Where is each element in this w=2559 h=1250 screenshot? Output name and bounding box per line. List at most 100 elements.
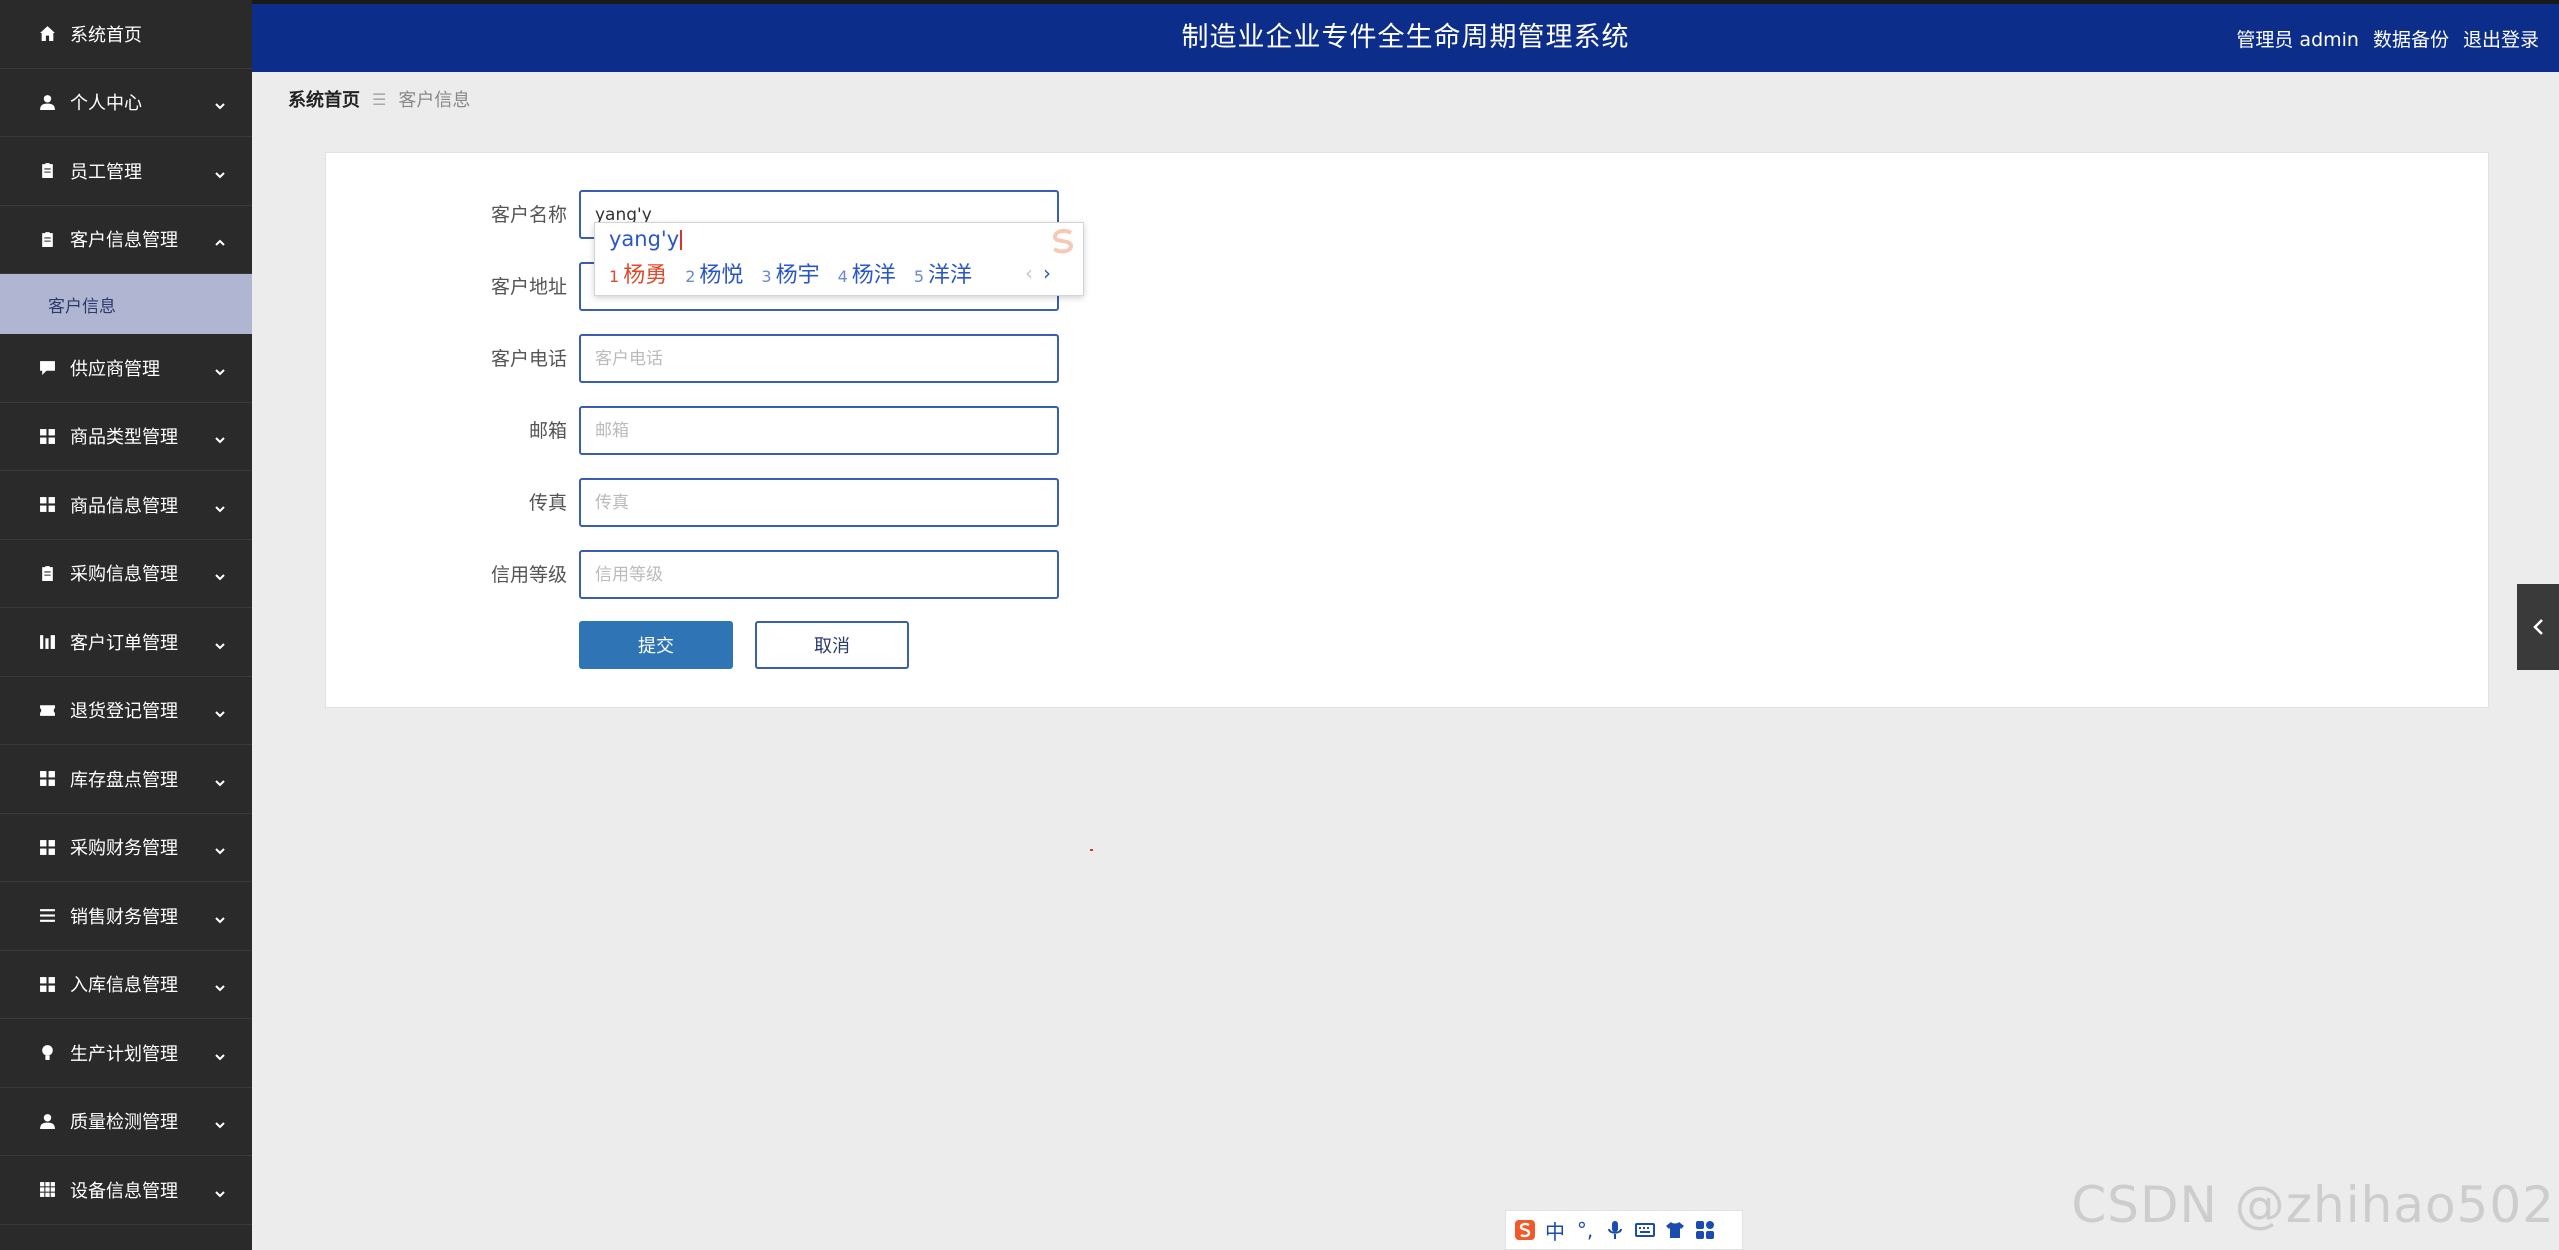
grid-icon	[38, 838, 56, 856]
sidebar-item-production-plan[interactable]: 生产计划管理	[0, 1019, 252, 1088]
chevron-down-icon	[214, 910, 226, 924]
sidebar-item-equipment[interactable]: 设备信息管理	[0, 1156, 252, 1225]
chevron-down-icon	[214, 841, 226, 855]
ime-candidate-text: 洋洋	[928, 263, 973, 288]
customer-phone-label: 客户电话	[490, 348, 567, 370]
sidebar-item-label: 员工管理	[70, 161, 142, 183]
sidebar-item-label: 退货登记管理	[70, 701, 178, 723]
email-label: 邮箱	[528, 420, 567, 442]
backup-link[interactable]: 数据备份	[2373, 25, 2449, 52]
sidebar-subitem-customer-info[interactable]: 客户信息	[0, 274, 252, 334]
bulb-icon	[38, 1044, 56, 1062]
email-input[interactable]	[579, 406, 1059, 455]
skin-shirt-icon[interactable]	[1660, 1215, 1690, 1245]
clipboard-icon	[38, 162, 56, 180]
fax-label: 传真	[528, 492, 567, 514]
sidebar-item-label: 入库信息管理	[70, 975, 178, 997]
ime-candidate-number: 1	[609, 267, 620, 286]
user-icon	[38, 1112, 56, 1130]
user-label: 管理员 admin	[2236, 28, 2359, 51]
sidebar-item-label: 商品类型管理	[70, 427, 178, 449]
sidebar-item-purchase[interactable]: 采购信息管理	[0, 540, 252, 608]
ime-candidate-3[interactable]: 3 杨宇	[761, 257, 819, 289]
ime-candidate-2[interactable]: 2 杨悦	[685, 257, 743, 289]
cancel-button[interactable]: 取消	[755, 621, 909, 669]
chevron-down-icon	[214, 1115, 226, 1129]
chevron-up-icon	[214, 233, 226, 246]
sidebar-item-inventory[interactable]: 库存盘点管理	[0, 745, 252, 814]
chart-icon	[38, 633, 56, 651]
chevron-down-icon	[214, 96, 226, 110]
sidebar-item-label: 客户信息管理	[70, 230, 178, 252]
ime-next-page[interactable]: ›	[1043, 261, 1051, 285]
form-row-phone: 客户电话	[326, 334, 2488, 384]
sidebar-item-label: 销售财务管理	[70, 906, 178, 928]
chevron-down-icon	[214, 978, 226, 992]
breadcrumb-separator: ☰	[372, 89, 387, 109]
chevron-down-icon	[214, 1047, 226, 1061]
sidebar-item-supplier[interactable]: 供应商管理	[0, 334, 252, 403]
breadcrumb-home[interactable]: 系统首页	[288, 86, 360, 112]
sidebar-item-customer[interactable]: 客户信息管理	[0, 206, 252, 274]
sidebar-item-label: 库存盘点管理	[70, 769, 178, 791]
sidebar-item-product-info[interactable]: 商品信息管理	[0, 471, 252, 540]
credit-level-input[interactable]	[579, 550, 1059, 599]
sogou-logo-icon[interactable]	[1510, 1215, 1540, 1245]
sidebar-item-warehousing[interactable]: 入库信息管理	[0, 951, 252, 1019]
ime-punct-toggle[interactable]: °,	[1570, 1215, 1600, 1245]
sidebar-item-label: 生产计划管理	[70, 1043, 178, 1065]
sidebar-item-label: 采购财务管理	[70, 838, 178, 860]
grid-icon	[38, 427, 56, 445]
chevron-down-icon	[214, 1184, 226, 1198]
ime-caret	[680, 230, 683, 250]
sidebar-item-label: 供应商管理	[70, 358, 160, 380]
ime-toolbar: 中 °,	[1505, 1210, 1743, 1250]
sidebar-item-label: 设备信息管理	[70, 1180, 178, 1202]
sidebar-item-customer-order[interactable]: 客户订单管理	[0, 608, 252, 677]
header-links: 管理员 admin 数据备份 退出登录	[2222, 4, 2539, 72]
ime-pager: ‹ ›	[1015, 261, 1051, 285]
form-row-email: 邮箱	[326, 406, 2488, 456]
logout-link[interactable]: 退出登录	[2463, 25, 2539, 52]
chevron-down-icon	[214, 704, 226, 718]
sidebar-item-purchase-finance[interactable]: 采购财务管理	[0, 814, 252, 882]
sidebar-item-return[interactable]: 退货登记管理	[0, 677, 252, 745]
sidebar-item-quality[interactable]: 质量检测管理	[0, 1088, 252, 1156]
ime-mode-toggle[interactable]: 中	[1540, 1215, 1570, 1245]
ime-candidate-1[interactable]: 1 杨勇	[609, 257, 667, 289]
chevron-down-icon	[214, 636, 226, 650]
chevron-down-icon	[214, 567, 226, 581]
sidebar-item-home[interactable]: 系统首页	[0, 0, 252, 69]
breadcrumb-current: 客户信息	[398, 90, 471, 111]
ime-candidate-text: 杨悦	[699, 263, 744, 288]
sidebar-item-label: 质量检测管理	[70, 1112, 178, 1134]
ime-candidate-number: 5	[913, 267, 924, 286]
grid-icon	[38, 496, 56, 514]
ime-candidate-text: 杨洋	[851, 263, 896, 288]
ime-prev-page[interactable]: ‹	[1025, 261, 1033, 285]
sidebar-item-label: 系统首页	[70, 24, 142, 46]
fax-input[interactable]	[579, 478, 1059, 527]
panel-toggle-button[interactable]	[2517, 584, 2559, 670]
sidebar-item-personal[interactable]: 个人中心	[0, 69, 252, 137]
ticket-icon	[38, 701, 56, 719]
sidebar-item-sales-finance[interactable]: 销售财务管理	[0, 882, 252, 951]
stray-mark	[1090, 849, 1093, 851]
home-icon	[38, 25, 56, 43]
grid-icon	[38, 975, 56, 993]
chevron-down-icon	[214, 362, 226, 376]
microphone-icon[interactable]	[1600, 1215, 1630, 1245]
ime-candidate-4[interactable]: 4 杨洋	[838, 257, 896, 289]
sidebar-item-product-type[interactable]: 商品类型管理	[0, 403, 252, 471]
ime-candidate-number: 2	[685, 267, 696, 286]
keyboard-icon[interactable]	[1630, 1215, 1660, 1245]
sidebar-item-employee[interactable]: 员工管理	[0, 137, 252, 206]
submit-button[interactable]: 提交	[579, 621, 733, 669]
customer-phone-input[interactable]	[579, 334, 1059, 383]
chevron-down-icon	[214, 773, 226, 787]
form-row-fax: 传真	[326, 478, 2488, 528]
form-row-credit: 信用等级	[326, 550, 2488, 600]
toolbox-grid-icon[interactable]	[1690, 1215, 1720, 1245]
ime-candidate-5[interactable]: 5 洋洋	[914, 257, 972, 289]
ime-composition: yang'y	[609, 227, 683, 251]
